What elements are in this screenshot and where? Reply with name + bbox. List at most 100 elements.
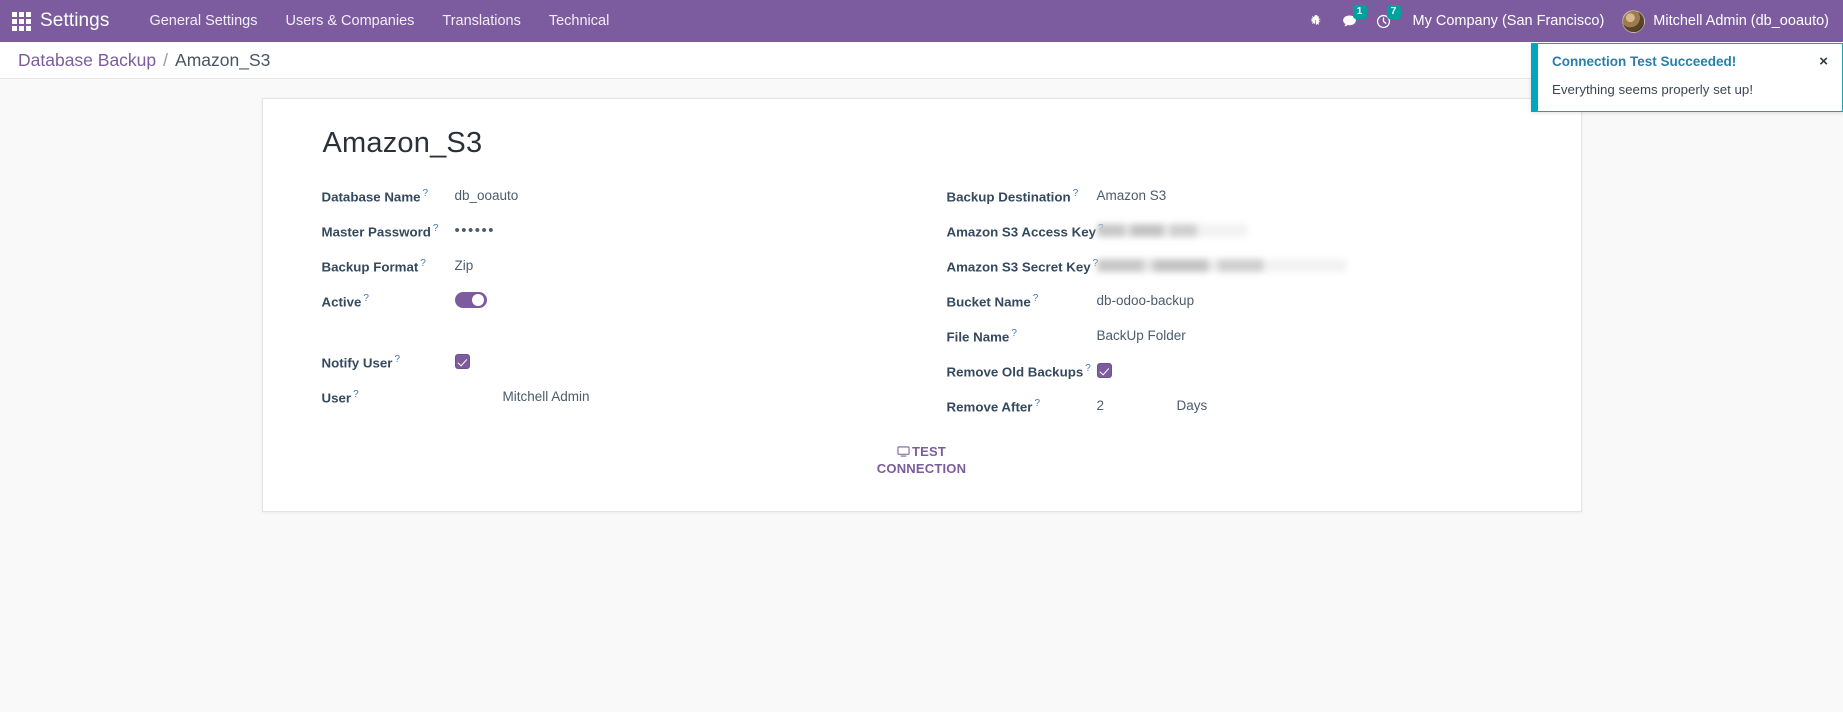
label-master-password-text: Master Password [321, 224, 431, 240]
top-navbar: Settings General Settings Users & Compan… [0, 0, 1843, 42]
user-menu-label: Mitchell Admin (db_ooauto) [1653, 13, 1829, 29]
label-notify-user-text: Notify User [321, 355, 393, 371]
value-s3-secret-key-redacted[interactable] [1096, 259, 1347, 272]
label-backup-destination: Backup Destination? [947, 182, 1097, 206]
breadcrumb-current: Amazon_S3 [175, 49, 271, 70]
help-icon[interactable]: ? [363, 293, 369, 304]
label-database-name-text: Database Name [321, 189, 421, 205]
company-switcher[interactable]: My Company (San Francisco) [1401, 13, 1617, 29]
menu-technical[interactable]: Technical [535, 0, 623, 42]
breadcrumb: Database Backup / Amazon_S3 [18, 50, 270, 71]
label-master-password: Master Password? [322, 217, 455, 241]
label-backup-format: Backup Format? [322, 252, 455, 276]
menu-users-and-companies[interactable]: Users & Companies [271, 0, 428, 42]
bug-icon[interactable] [1299, 0, 1333, 42]
field-database-name: Database Name? db_ooauto [322, 182, 898, 217]
help-icon[interactable]: ? [1034, 398, 1040, 409]
value-master-password[interactable]: •••••• [455, 217, 496, 239]
breadcrumb-parent[interactable]: Database Backup [18, 50, 156, 71]
value-backup-destination[interactable]: Amazon S3 [1097, 182, 1167, 205]
toggle-active[interactable] [454, 292, 487, 308]
value-bucket-name[interactable]: db-odoo-backup [1097, 287, 1195, 310]
label-active: Active? [322, 287, 455, 311]
value-backup-format[interactable]: Zip [455, 252, 474, 275]
remove-after-group: 2 Days [1097, 392, 1208, 413]
form-column-left: Database Name? db_ooauto Master Password… [295, 182, 922, 427]
checkbox-notify-user[interactable] [454, 354, 470, 369]
label-notify-user: Notify User? [322, 348, 455, 372]
label-backup-format-text: Backup Format [321, 259, 419, 275]
close-icon[interactable]: × [1811, 54, 1828, 69]
field-backup-format: Backup Format? Zip [322, 252, 898, 287]
field-s3-secret-key: Amazon S3 Secret Key? [947, 252, 1525, 287]
field-remove-old-backups: Remove Old Backups? [947, 357, 1525, 392]
help-icon[interactable]: ? [423, 188, 429, 199]
navbar-right-group: 1 7 My Company (San Francisco) Mitchell … [1299, 0, 1829, 42]
label-remove-old-backups: Remove Old Backups? [947, 357, 1097, 381]
app-brand-settings[interactable]: Settings [40, 10, 109, 32]
value-file-name[interactable]: BackUp Folder [1097, 322, 1186, 345]
field-file-name: File Name? BackUp Folder [947, 322, 1525, 357]
field-s3-access-key: Amazon S3 Access Key? [947, 217, 1525, 252]
help-icon[interactable]: ? [1073, 188, 1079, 199]
activities-count-badge: 7 [1386, 5, 1401, 19]
menu-general-settings[interactable]: General Settings [135, 0, 271, 42]
content-area: Amazon_S3 Database Name? db_ooauto Maste… [0, 79, 1843, 712]
toast-header: Connection Test Succeeded! × [1552, 54, 1828, 69]
test-connection-row: TEST CONNECTION [295, 443, 1549, 477]
label-user: User? [322, 383, 455, 407]
monitor-icon [897, 446, 910, 457]
help-icon[interactable]: ? [420, 258, 426, 269]
form-grid: Database Name? db_ooauto Master Password… [295, 182, 1549, 427]
field-notify-user: Notify User? [322, 348, 898, 383]
label-active-text: Active [321, 294, 362, 310]
label-database-name: Database Name? [322, 182, 455, 206]
toast-title: Connection Test Succeeded! [1552, 54, 1737, 69]
messages-icon[interactable]: 1 [1333, 0, 1367, 42]
test-connection-label: TEST CONNECTION [876, 444, 967, 476]
column-spacer [322, 322, 898, 348]
toggle-knob [471, 294, 484, 306]
field-master-password: Master Password? •••••• [322, 217, 898, 252]
label-file-name: File Name? [947, 322, 1097, 346]
field-active: Active? [322, 287, 898, 322]
field-remove-after: Remove After? 2 Days [947, 392, 1525, 427]
help-icon[interactable]: ? [1033, 293, 1039, 304]
user-avatar [1622, 9, 1646, 33]
field-bucket-name: Bucket Name? db-odoo-backup [947, 287, 1525, 322]
help-icon[interactable]: ? [1085, 363, 1091, 374]
menu-translations[interactable]: Translations [428, 0, 534, 42]
label-s3-secret-key-text: Amazon S3 Secret Key [946, 259, 1091, 275]
label-remove-after: Remove After? [947, 392, 1097, 416]
help-icon[interactable]: ? [353, 389, 359, 400]
field-user: User? Mitchell Admin [322, 383, 898, 418]
help-icon[interactable]: ? [1011, 328, 1017, 339]
help-icon[interactable]: ? [394, 354, 400, 365]
value-database-name[interactable]: db_ooauto [455, 182, 519, 205]
apps-grid-icon[interactable] [8, 8, 34, 34]
label-s3-secret-key: Amazon S3 Secret Key? [946, 252, 1099, 276]
value-remove-after[interactable]: 2 [1097, 392, 1177, 413]
label-backup-destination-text: Backup Destination [946, 189, 1071, 205]
label-user-text: User [321, 390, 352, 406]
label-bucket-name: Bucket Name? [947, 287, 1097, 311]
help-icon[interactable]: ? [433, 223, 439, 234]
test-connection-button[interactable]: TEST CONNECTION [871, 443, 973, 477]
label-bucket-name-text: Bucket Name [946, 294, 1031, 310]
checkbox-remove-old-backups[interactable] [1096, 363, 1112, 378]
field-backup-destination: Backup Destination? Amazon S3 [947, 182, 1525, 217]
clock-icon[interactable]: 7 [1367, 0, 1401, 42]
value-s3-access-key-redacted[interactable] [1096, 224, 1247, 237]
form-column-right: Backup Destination? Amazon S3 Amazon S3 … [922, 182, 1549, 427]
breadcrumb-separator: / [163, 49, 169, 70]
toast-message: Everything seems properly set up! [1552, 82, 1754, 97]
label-s3-access-key: Amazon S3 Access Key? [946, 217, 1104, 241]
value-user[interactable]: Mitchell Admin [455, 383, 590, 406]
form-sheet: Amazon_S3 Database Name? db_ooauto Maste… [261, 98, 1582, 512]
page-title: Amazon_S3 [322, 127, 483, 159]
user-menu[interactable]: Mitchell Admin (db_ooauto) [1616, 9, 1829, 33]
label-remove-after-text: Remove After [946, 399, 1033, 415]
notification-toast: Connection Test Succeeded! × Everything … [1531, 43, 1843, 112]
label-remove-old-backups-text: Remove Old Backups [946, 364, 1084, 380]
label-s3-access-key-text: Amazon S3 Access Key [946, 224, 1097, 240]
